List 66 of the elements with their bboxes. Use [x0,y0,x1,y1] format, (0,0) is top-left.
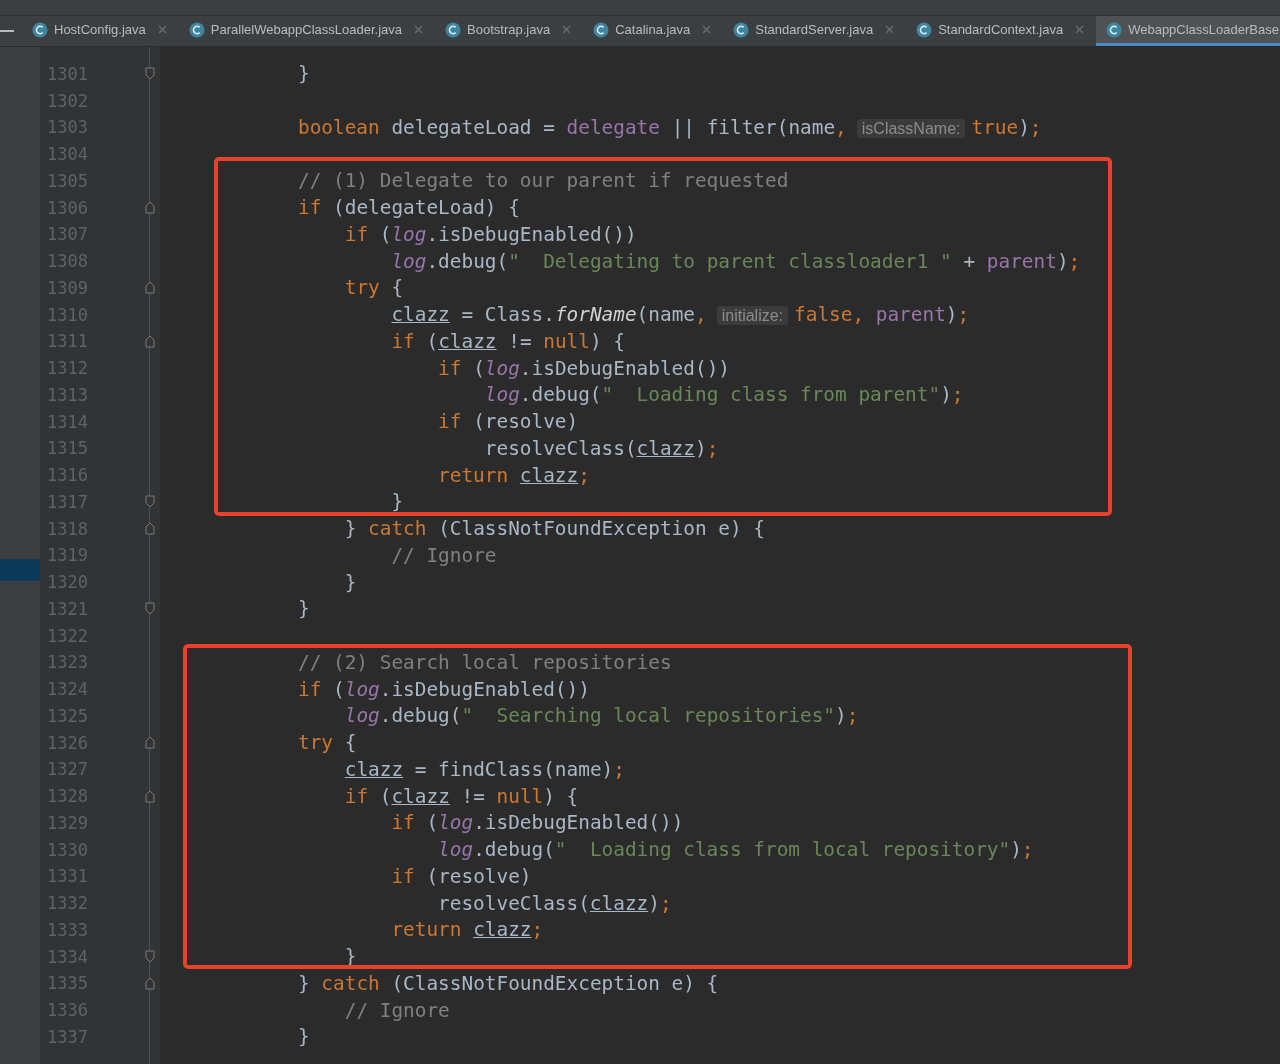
close-icon[interactable] [562,25,572,34]
code-line: } [390,490,404,514]
fold-icon[interactable] [144,334,156,348]
code-line: if (log.isDebugEnabled()) [343,222,637,246]
code-line: log.debug(" Loading class from parent"); [483,383,964,407]
class-file-icon [916,21,933,38]
fold-icon[interactable] [144,950,156,964]
minimize-icon[interactable] [0,29,14,33]
class-file-icon [445,21,462,38]
editor-tab[interactable]: Bootstrap.java [435,16,584,46]
close-icon[interactable] [157,25,167,34]
fold-icon[interactable] [144,201,156,215]
code-line: if (log.isDebugEnabled()) [390,811,684,835]
code-line: // Ignore [390,543,497,567]
code-line: } [298,597,310,621]
code-line: } [298,1025,310,1049]
code-line: // (1) Delegate to our parent if requested [298,169,789,193]
editor-tab[interactable]: HostConfig.java [22,16,179,46]
close-icon[interactable] [885,25,895,34]
code-line: if (resolve) [390,864,532,888]
code-line: try { [343,276,404,300]
fold-icon[interactable] [144,789,156,803]
code-line: } [343,570,357,594]
class-file-icon [733,21,750,38]
code-line: if (clazz != null) { [390,329,625,353]
code-line: // Ignore [343,998,450,1022]
fold-icon[interactable] [144,495,156,509]
fold-icon[interactable] [144,736,156,750]
code-line: boolean delegateLoad = delegate || filter(name, isClassName: true); [298,115,1042,139]
code-line: log.debug(" Delegating to parent classloader1 " + parent); [390,249,1081,273]
editor-tab[interactable]: ParallelWebappClassLoader.java [178,16,436,46]
close-icon[interactable] [1075,25,1085,34]
code-line: if (clazz != null) { [343,784,579,808]
code-line: } [298,62,310,86]
code-line: clazz = findClass(name); [343,757,625,781]
fold-icon[interactable] [144,522,156,536]
code-line: // (2) Search local repositories [298,650,672,674]
fold-icon[interactable] [144,602,156,616]
class-file-icon [593,21,610,38]
code-line: try { [298,731,357,755]
class-file-icon [32,21,48,38]
code-line: if (resolve) [437,410,579,434]
code-line: } catch (ClassNotFoundException e) { [343,517,765,541]
code-line: log.debug(" Searching local repositories"); [343,704,859,728]
close-icon[interactable] [414,25,424,34]
code-line: clazz = Class.forName(name, initialize: false, parent); [390,303,970,327]
editor-tab[interactable]: StandardServer.java [723,16,907,46]
code-line: return clazz; [437,463,590,487]
class-file-icon [1106,21,1123,38]
code-line: if (log.isDebugEnabled()) [437,356,730,380]
code-line: if (log.isDebugEnabled()) [298,677,590,701]
editor-tab[interactable]: WebappClassLoaderBase [1096,16,1280,46]
code-line: resolveClass(clazz); [483,436,719,460]
code-line: } catch (ClassNotFoundException e) { [298,971,719,995]
fold-icon[interactable] [144,67,156,81]
code-line: return clazz; [390,918,544,942]
fold-icon[interactable] [144,976,156,990]
tree-selection [0,559,40,581]
fold-icon[interactable] [144,281,156,295]
editor-tab[interactable]: StandardContext.java [906,16,1097,46]
close-icon[interactable] [702,25,712,34]
class-file-icon [188,21,205,38]
editor-tab[interactable]: Catalina.java [583,16,724,46]
code-line: resolveClass(clazz); [437,891,672,915]
code-line: if (delegateLoad) { [298,196,520,220]
code-line: log.debug(" Loading class from local repository"); [437,838,1034,862]
